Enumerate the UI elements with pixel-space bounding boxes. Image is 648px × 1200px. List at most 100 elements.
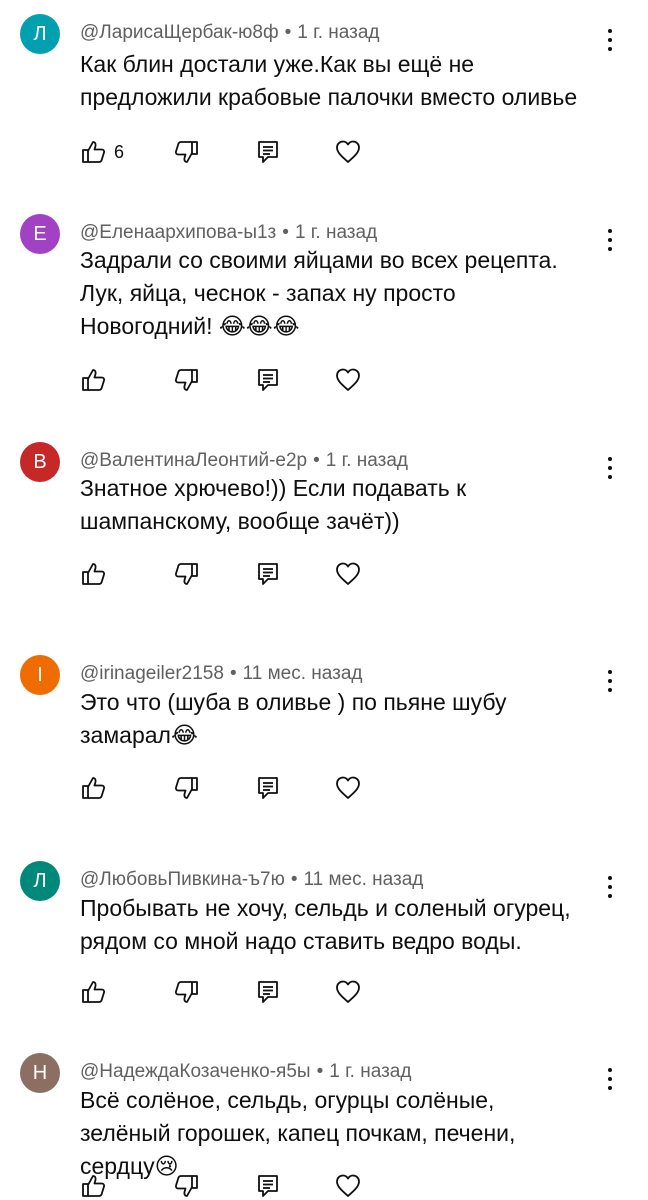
comment-text-line: Задрали со своими яйцами во всех рецепта…	[80, 247, 558, 273]
comment-time: 1 г. назад	[294, 222, 378, 243]
thumb-up-icon	[80, 774, 108, 802]
thumb-up-icon	[80, 138, 108, 166]
like-button[interactable]	[80, 978, 114, 1006]
heart-icon	[334, 978, 362, 1006]
thumb-up-icon	[80, 1172, 108, 1200]
like-button[interactable]	[80, 1172, 114, 1200]
comment-text-line: рядом со мной надо ставить ведро воды.	[80, 928, 522, 954]
comment-time: 11 мес. назад	[303, 869, 424, 890]
thumb-down-icon	[172, 560, 200, 588]
thumb-down-icon	[172, 138, 200, 166]
thumb-down-icon	[172, 1172, 200, 1200]
dislike-button[interactable]	[172, 1172, 200, 1200]
heart-button[interactable]	[334, 774, 362, 802]
reply-button[interactable]	[254, 978, 282, 1006]
comment-text-line: Это что (шуба в оливье ) по пьяне шубу	[80, 689, 507, 715]
comment-time: 1 г. назад	[325, 450, 408, 471]
thumb-up-icon	[80, 366, 108, 394]
like-button[interactable]	[80, 366, 114, 394]
thumb-up-icon	[80, 560, 108, 588]
comment-text: Задрали со своими яйцами во всех рецепта…	[80, 244, 620, 343]
comment-actions	[80, 978, 380, 1008]
reply-icon	[254, 774, 282, 802]
comment-text: Знатное хрючево!)) Если подавать к шампан…	[80, 472, 620, 538]
like-count: 6	[114, 141, 125, 162]
reply-button[interactable]	[254, 560, 282, 588]
comment-author[interactable]: @ВалентинаЛеонтий-е2р	[80, 450, 307, 471]
reply-icon	[254, 978, 282, 1006]
comment-text: Всё солёное, сельдь, огурцы солёные, зелё…	[80, 1084, 620, 1183]
comment-text: Как блин достали уже.Как вы ещё не предло…	[80, 48, 620, 114]
avatar[interactable]: Л	[20, 14, 60, 54]
heart-icon	[334, 774, 362, 802]
avatar[interactable]: Л	[20, 861, 60, 901]
comment-actions	[80, 774, 380, 804]
heart-button[interactable]	[334, 138, 362, 166]
separator-dot: •	[316, 1061, 324, 1082]
avatar[interactable]: Н	[20, 1053, 60, 1093]
comment-text-line: Пробывать не хочу, сельдь и соленый огур…	[80, 895, 571, 921]
heart-button[interactable]	[334, 1172, 362, 1200]
comment-actions	[80, 366, 380, 396]
reply-button[interactable]	[254, 138, 282, 166]
comment-text-line: Знатное хрючево!)) Если подавать к	[80, 475, 467, 501]
dislike-button[interactable]	[172, 138, 200, 166]
reply-icon	[254, 560, 282, 588]
comment-text-line: зелёный горошек, капец почкам, печени,	[80, 1120, 516, 1146]
comment-text: Пробывать не хочу, сельдь и соленый огур…	[80, 892, 620, 958]
comment-author[interactable]: @ЛарисаЩербак-ю8ф	[80, 22, 279, 43]
heart-icon	[334, 366, 362, 394]
comment-author[interactable]: @irinageiler2158	[80, 663, 224, 684]
dislike-button[interactable]	[172, 774, 200, 802]
comment-time: 1 г. назад	[329, 1061, 412, 1082]
heart-button[interactable]	[334, 978, 362, 1006]
comment-text-line: Лук, яйца, чеснок - запах ну просто	[80, 280, 456, 306]
comment-text-line: Всё солёное, сельдь, огурцы солёные,	[80, 1087, 495, 1113]
thumb-up-icon	[80, 978, 108, 1006]
heart-icon	[334, 560, 362, 588]
separator-dot: •	[229, 663, 237, 684]
comment-author[interactable]: @ЛюбовьПивкина-ъ7ю	[80, 869, 285, 890]
comment-author[interactable]: @Еленаархипова-ы1з	[80, 222, 276, 243]
dislike-button[interactable]	[172, 366, 200, 394]
reply-button[interactable]	[254, 774, 282, 802]
comment-text-line: Новогодний! 😂😂😂	[80, 313, 300, 339]
dislike-button[interactable]	[172, 560, 200, 588]
comment-author[interactable]: @НадеждаКозаченко-я5ы	[80, 1061, 311, 1082]
comment-text-line: замарал😂	[80, 722, 198, 748]
comment-text-line: Как блин достали уже.Как вы ещё не	[80, 51, 475, 77]
heart-button[interactable]	[334, 366, 362, 394]
comment-text-line: предложили крабовые палочки вместо оливь…	[80, 84, 578, 110]
comment-meta: @ЛюбовьПивкина-ъ7ю • 11 мес. назад	[80, 869, 423, 891]
comment-actions	[80, 560, 380, 590]
reply-icon	[254, 1172, 282, 1200]
comment-time: 11 мес. назад	[242, 663, 363, 684]
thumb-down-icon	[172, 366, 200, 394]
comment-actions	[80, 1172, 380, 1200]
like-button[interactable]: 6	[80, 138, 124, 166]
comment-text-line: шампанскому, вообще зачёт))	[80, 508, 400, 534]
comment-meta: @НадеждаКозаченко-я5ы • 1 г. назад	[80, 1061, 411, 1083]
comment-text: Это что (шуба в оливье ) по пьяне шубу за…	[80, 686, 620, 752]
thumb-down-icon	[172, 774, 200, 802]
like-button[interactable]	[80, 774, 114, 802]
comment-meta: @ВалентинаЛеонтий-е2р • 1 г. назад	[80, 450, 408, 472]
heart-icon	[334, 138, 362, 166]
heart-icon	[334, 1172, 362, 1200]
avatar[interactable]: Е	[20, 214, 60, 254]
comment-meta: @ЛарисаЩербак-ю8ф • 1 г. назад	[80, 22, 380, 44]
comment-time: 1 г. назад	[297, 22, 380, 43]
heart-button[interactable]	[334, 560, 362, 588]
separator-dot: •	[313, 450, 320, 471]
reply-button[interactable]	[254, 366, 282, 394]
like-button[interactable]	[80, 560, 114, 588]
comment-meta: @Еленаархипова-ы1з • 1 г. назад	[80, 222, 377, 244]
separator-dot: •	[282, 222, 289, 243]
dislike-button[interactable]	[172, 978, 200, 1006]
thumb-down-icon	[172, 978, 200, 1006]
avatar[interactable]: В	[20, 442, 60, 482]
separator-dot: •	[290, 869, 298, 890]
avatar[interactable]: I	[20, 655, 60, 695]
reply-button[interactable]	[254, 1172, 282, 1200]
comment-meta: @irinageiler2158 • 11 мес. назад	[80, 663, 363, 685]
